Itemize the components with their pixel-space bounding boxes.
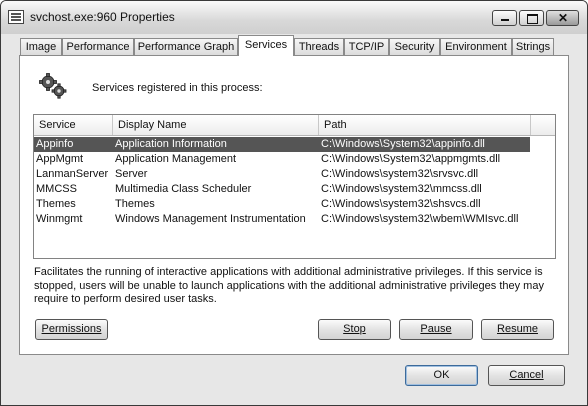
cancel-button[interactable]: Cancel: [488, 365, 565, 386]
service-name: AppMgmt: [36, 153, 84, 165]
tab-threads[interactable]: Threads: [294, 38, 344, 55]
list-item[interactable]: AppMgmt Application Management C:\Window…: [34, 152, 530, 167]
tab-strings[interactable]: Strings: [512, 38, 554, 55]
list-header: Service Display Name Path: [34, 115, 555, 136]
tab-security[interactable]: Security: [389, 38, 440, 55]
resume-button[interactable]: Resume: [481, 319, 554, 340]
permissions-button[interactable]: Permissions: [35, 319, 108, 340]
services-tab-panel: Services registered in this process: Ser…: [19, 55, 569, 355]
service-path: C:\Windows\system32\mmcss.dll: [321, 183, 482, 195]
tab-tcpip[interactable]: TCP/IP: [344, 38, 389, 55]
maximize-icon: [527, 14, 538, 24]
cancel-label: Cancel: [509, 369, 544, 381]
close-icon: ✕: [558, 11, 569, 25]
service-name: Appinfo: [36, 138, 74, 150]
services-list[interactable]: Service Display Name Path Appinfo Applic…: [33, 114, 556, 259]
tab-performance-graph[interactable]: Performance Graph: [134, 38, 238, 55]
pause-button[interactable]: Pause: [399, 319, 473, 340]
service-display-name: Windows Management Instrumentation: [115, 213, 306, 225]
tab-services[interactable]: Services: [238, 35, 294, 56]
stop-button[interactable]: Stop: [318, 319, 391, 340]
column-header-service[interactable]: Service: [34, 115, 113, 135]
list-item[interactable]: LanmanServer Server C:\Windows\system32\…: [34, 167, 530, 182]
close-button[interactable]: ✕: [546, 10, 579, 26]
minimize-icon: [501, 19, 509, 21]
tab-image[interactable]: Image: [20, 38, 62, 55]
permissions-label: Permissions: [41, 323, 102, 335]
services-heading: Services registered in this process:: [92, 82, 263, 94]
stop-label: Stop: [343, 323, 366, 335]
tab-environment[interactable]: Environment: [440, 38, 512, 55]
service-display-name: Server: [115, 168, 148, 180]
column-header-display-name[interactable]: Display Name: [113, 115, 319, 135]
service-path: C:\Windows\system32\wbem\WMIsvc.dll: [321, 213, 519, 225]
service-path: C:\Windows\system32\srvsvc.dll: [321, 168, 479, 180]
column-header-path[interactable]: Path: [319, 115, 531, 135]
maximize-button[interactable]: [519, 10, 544, 26]
service-path: C:\Windows\System32\appinfo.dll: [321, 138, 485, 150]
list-item[interactable]: MMCSS Multimedia Class Scheduler C:\Wind…: [34, 182, 530, 197]
title-bar[interactable]: svchost.exe:960 Properties ✕: [1, 1, 587, 34]
list-item[interactable]: Appinfo Application Information C:\Windo…: [34, 137, 530, 152]
service-name: Winmgmt: [36, 213, 83, 225]
resume-label: Resume: [497, 323, 538, 335]
service-display-name: Themes: [115, 198, 155, 210]
gears-icon: [39, 73, 67, 99]
service-display-name: Application Information: [115, 138, 227, 150]
pause-label: Pause: [420, 323, 452, 335]
service-name: Themes: [36, 198, 76, 210]
service-display-name: Application Management: [115, 153, 237, 165]
service-description: Facilitates the running of interactive a…: [34, 266, 544, 305]
window-app-icon: [8, 10, 24, 24]
list-item[interactable]: Winmgmt Windows Management Instrumentati…: [34, 212, 530, 227]
service-path: C:\Windows\System32\appmgmts.dll: [321, 153, 501, 165]
minimize-button[interactable]: [492, 10, 517, 26]
service-path: C:\Windows\system32\shsvcs.dll: [321, 198, 481, 210]
service-name: MMCSS: [36, 183, 77, 195]
service-name: LanmanServer: [36, 168, 109, 180]
window-title: svchost.exe:960 Properties: [30, 10, 175, 24]
properties-window: svchost.exe:960 Properties ✕ Image Perfo…: [0, 0, 588, 406]
tab-performance[interactable]: Performance: [62, 38, 134, 55]
ok-button[interactable]: OK: [405, 365, 478, 386]
service-display-name: Multimedia Class Scheduler: [115, 183, 252, 195]
list-item[interactable]: Themes Themes C:\Windows\system32\shsvcs…: [34, 197, 530, 212]
